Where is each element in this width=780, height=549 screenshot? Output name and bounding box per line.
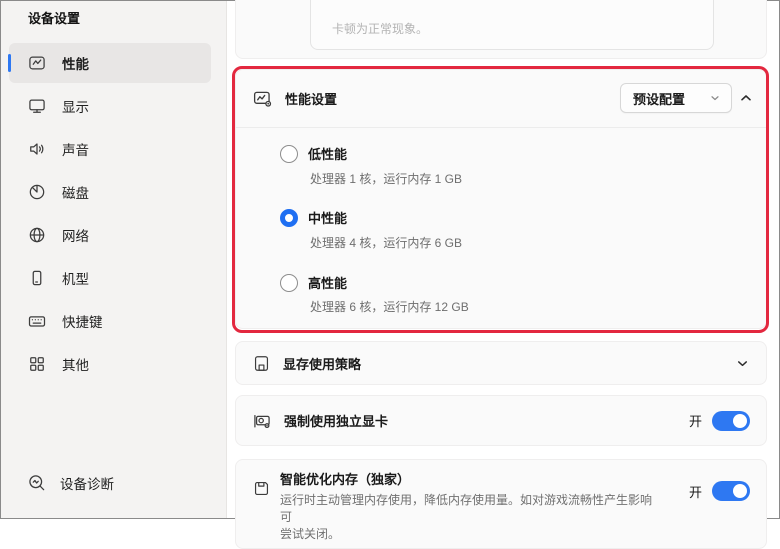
- sidebar-item-display[interactable]: 显示: [9, 86, 211, 126]
- scrolled-section-card: 卡顿为正常现象。: [235, 0, 767, 59]
- collapse-section-button[interactable]: [738, 90, 754, 106]
- window-title: 设备设置: [28, 8, 80, 27]
- sidebar-item-label: 快捷键: [62, 311, 103, 331]
- sidebar-nav: 性能 显示 声音 磁盘 网络: [9, 43, 211, 387]
- diagnose-icon: [27, 473, 47, 493]
- smart-memory-desc-line2: 尝试关闭。: [280, 527, 340, 541]
- chevron-down-icon[interactable]: [735, 356, 750, 371]
- sidebar-item-label: 磁盘: [62, 182, 89, 202]
- speaker-icon: [27, 139, 47, 159]
- chevron-down-icon: [709, 92, 721, 104]
- sidebar-item-network[interactable]: 网络: [9, 215, 211, 255]
- sidebar-item-label: 性能: [62, 53, 89, 73]
- sidebar-item-performance[interactable]: 性能: [9, 43, 211, 83]
- radio-option-high[interactable]: 高性能: [280, 273, 347, 292]
- radio-desc-medium: 处理器 4 核，运行内存 6 GB: [310, 234, 462, 251]
- header-divider: [236, 127, 766, 128]
- sidebar-item-label: 显示: [62, 96, 89, 116]
- floppy-save-icon: [252, 479, 271, 498]
- performance-settings-header: 性能设置 预设配置: [236, 70, 766, 127]
- sidebar-item-shortcuts[interactable]: 快捷键: [9, 301, 211, 341]
- globe-icon: [27, 225, 47, 245]
- radio-button[interactable]: [280, 145, 298, 163]
- sidebar-item-label: 声音: [62, 139, 89, 159]
- radio-label: 低性能: [308, 144, 347, 163]
- performance-chart-icon: [27, 53, 47, 73]
- radio-label: 高性能: [308, 273, 347, 292]
- grid-icon: [27, 354, 47, 374]
- preset-config-label: 预设配置: [633, 89, 685, 108]
- discrete-gpu-toggle[interactable]: [712, 411, 750, 431]
- smart-memory-desc: 运行时主动管理内存使用，降低内存使用量。如对游戏流畅性产生影响可 尝试关闭。: [280, 492, 656, 543]
- sidebar-item-model[interactable]: 机型: [9, 258, 211, 298]
- save-strategy-icon: [252, 354, 271, 373]
- radio-desc-high: 处理器 6 核，运行内存 12 GB: [310, 298, 469, 315]
- sidebar-item-disk[interactable]: 磁盘: [9, 172, 211, 212]
- sidebar-footer-label: 设备诊断: [60, 473, 114, 493]
- discrete-gpu-row: 强制使用独立显卡 开: [235, 395, 767, 446]
- sidebar-item-label: 网络: [62, 225, 89, 245]
- vram-strategy-row[interactable]: 显存使用策略: [235, 341, 767, 385]
- radio-desc-low: 处理器 1 核，运行内存 1 GB: [310, 170, 462, 187]
- smart-memory-title: 智能优化内存（独家）: [280, 469, 656, 488]
- toggle-state-label: 开: [689, 482, 702, 501]
- monitor-icon: [27, 96, 47, 116]
- toggle-knob: [733, 414, 747, 428]
- sidebar-item-sound[interactable]: 声音: [9, 129, 211, 169]
- sidebar-item-label: 其他: [62, 354, 89, 374]
- radio-button[interactable]: [280, 274, 298, 292]
- performance-settings-icon: [252, 88, 273, 109]
- smart-memory-row: 智能优化内存（独家） 运行时主动管理内存使用，降低内存使用量。如对游戏流畅性产生…: [235, 459, 767, 549]
- preset-config-dropdown[interactable]: 预设配置: [620, 83, 732, 113]
- radio-label: 中性能: [308, 208, 347, 227]
- chevron-up-icon: [738, 90, 754, 106]
- performance-settings-card: 性能设置 预设配置 低性能 处理器 1 核，运行内存 1 GB 中性能 处理: [235, 69, 767, 329]
- performance-settings-title: 性能设置: [285, 89, 337, 108]
- radio-button[interactable]: [280, 209, 298, 227]
- sidebar-item-other[interactable]: 其他: [9, 344, 211, 384]
- sidebar-item-diagnostics[interactable]: 设备诊断: [27, 463, 114, 503]
- discrete-gpu-title: 强制使用独立显卡: [284, 411, 689, 430]
- sidebar-item-label: 机型: [62, 268, 89, 288]
- scrolled-note-text: 卡顿为正常现象。: [332, 20, 428, 37]
- disk-pie-icon: [27, 182, 47, 202]
- sidebar: 设备设置 性能 显示 声音 磁盘: [1, 1, 227, 518]
- smart-memory-desc-line1: 运行时主动管理内存使用，降低内存使用量。如对游戏流畅性产生影响可: [280, 493, 652, 524]
- radio-option-low[interactable]: 低性能: [280, 144, 347, 163]
- phone-icon: [27, 268, 47, 288]
- gpu-icon: [252, 411, 272, 431]
- content-area: ✕ 卡顿为正常现象。 性能设置 预设配置: [228, 1, 779, 518]
- smart-memory-toggle[interactable]: [712, 481, 750, 501]
- keyboard-icon: [27, 311, 47, 331]
- vram-strategy-title: 显存使用策略: [283, 354, 735, 373]
- toggle-knob: [733, 484, 747, 498]
- toggle-state-label: 开: [689, 411, 702, 430]
- radio-option-medium[interactable]: 中性能: [280, 208, 347, 227]
